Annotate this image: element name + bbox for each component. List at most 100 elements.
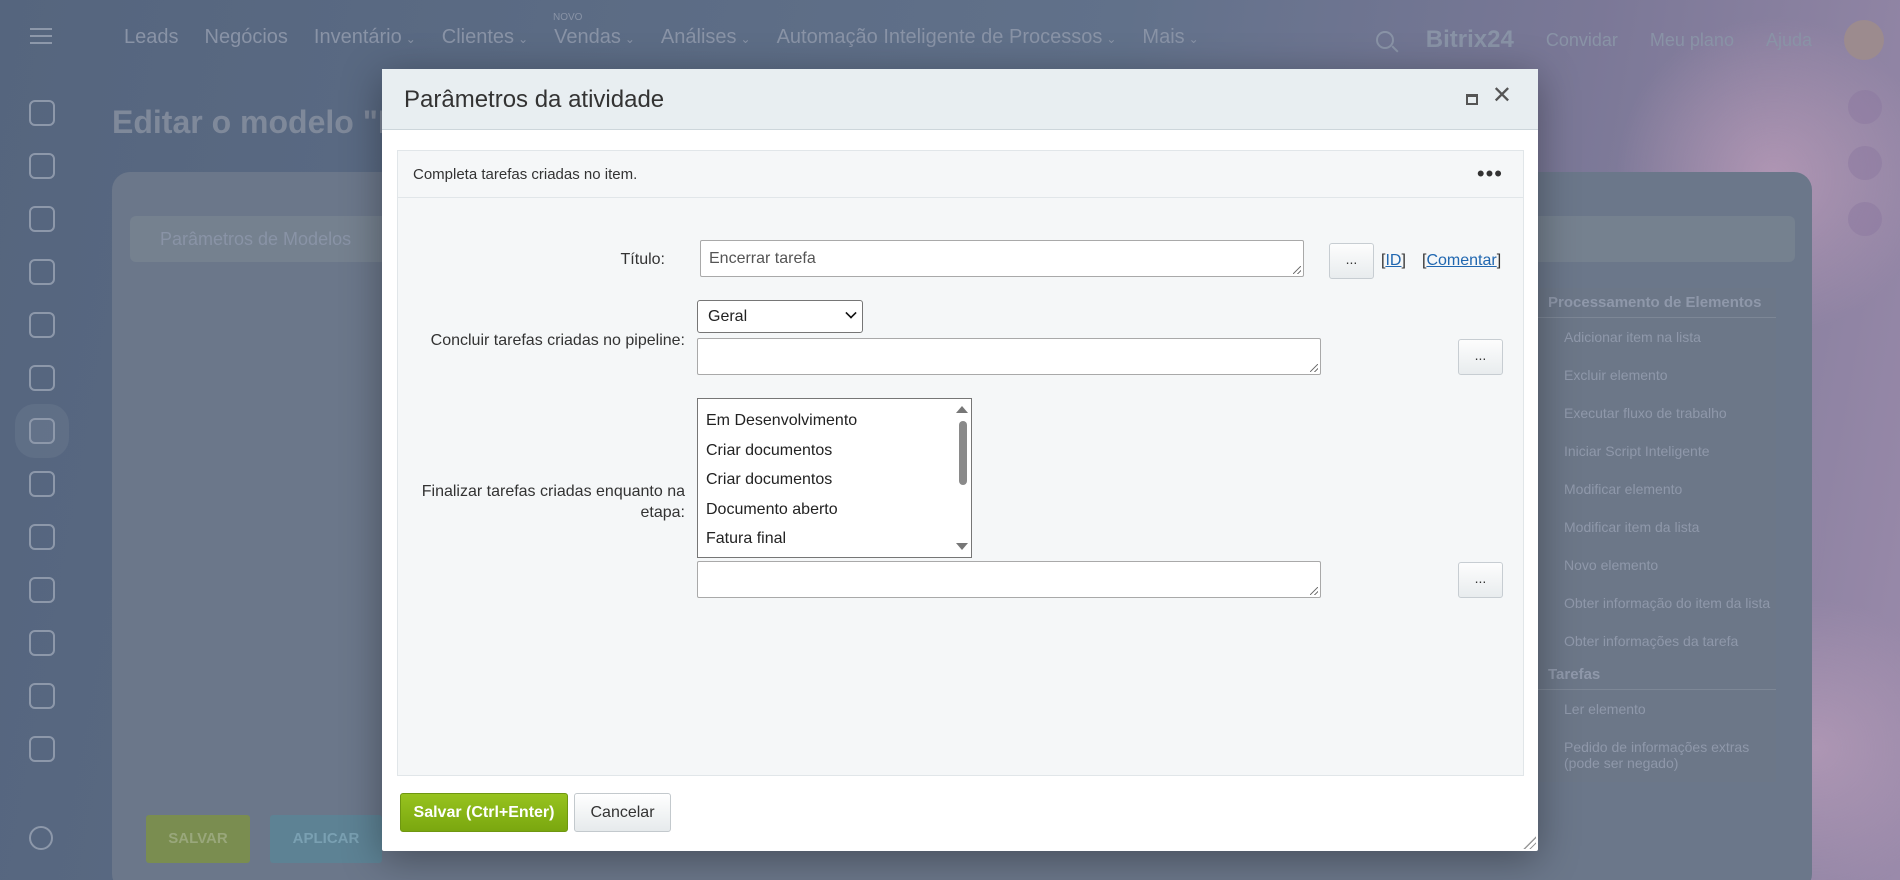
resize-handle-icon[interactable] <box>1522 835 1536 849</box>
menu-icon[interactable] <box>30 28 52 44</box>
stage-option[interactable]: Fatura final <box>698 524 971 554</box>
nav-label: Vendas <box>554 26 621 48</box>
settings-gear-icon[interactable] <box>29 826 53 850</box>
avatar[interactable] <box>1844 20 1884 60</box>
chevron-down-icon: ⌄ <box>1106 32 1117 46</box>
top-right-area: Bitrix24 Convidar Meu plano Ajuda <box>1375 20 1900 60</box>
pipeline-select[interactable]: Geral <box>697 300 863 333</box>
more-icon[interactable]: ••• <box>1477 161 1503 187</box>
pipeline-label: Concluir tarefas criadas no pipeline: <box>430 332 685 349</box>
box-icon[interactable] <box>29 471 55 497</box>
dialog-title: Parâmetros da atividade <box>404 86 665 113</box>
save-button-background[interactable]: SALVAR <box>146 815 250 863</box>
card-icon[interactable] <box>29 365 55 391</box>
nav-item-deals[interactable]: Negócios <box>205 26 288 49</box>
id-link-wrap: [ID] <box>1381 252 1406 269</box>
rail-icon[interactable] <box>1848 146 1882 180</box>
my-plan-link[interactable]: Meu plano <box>1650 30 1734 51</box>
id-link[interactable]: ID <box>1385 252 1401 269</box>
rail-icon[interactable] <box>1848 202 1882 236</box>
section-header[interactable]: Processamento de Elementos <box>1536 288 1776 318</box>
stage-insert-button[interactable]: ... <box>1458 562 1503 598</box>
search-icon[interactable] <box>1375 31 1394 49</box>
nav-item-clients[interactable]: Clientes ⌄ <box>442 26 528 49</box>
pipeline-insert-button[interactable]: ... <box>1458 339 1503 375</box>
nav-label: Análises <box>660 26 737 48</box>
nav-item-sales[interactable]: Vendas ⌄ <box>554 26 635 49</box>
dialog-header: Parâmetros da atividade ✕ <box>382 69 1538 130</box>
target-icon[interactable] <box>29 259 55 285</box>
robot-icon[interactable] <box>15 404 69 458</box>
top-navigation: NOVO Leads Negócios Inventário ⌄ Clientes… <box>0 0 1900 76</box>
stage-option[interactable]: Em Desenvolvimento <box>698 406 971 436</box>
cart-icon[interactable] <box>29 312 55 338</box>
nav-item-analytics[interactable]: Análises ⌄ <box>661 26 751 49</box>
chevron-down-icon <box>845 307 857 319</box>
list-item[interactable]: Obter informações da tarefa <box>1536 622 1776 660</box>
chart-icon[interactable] <box>29 630 55 656</box>
scroll-thumb[interactable] <box>959 421 967 485</box>
stage-option[interactable]: Documento aberto <box>698 495 971 525</box>
comment-link[interactable]: Comentar <box>1426 252 1496 269</box>
brand-logo: Bitrix24 <box>1425 26 1514 53</box>
hexagon-icon[interactable] <box>29 683 55 709</box>
nav-item-leads[interactable]: Leads <box>124 26 179 49</box>
activity-description: Completa tarefas criadas no item. <box>413 166 638 183</box>
list-item[interactable]: Ler elemento <box>1536 690 1776 728</box>
new-badge: NOVO <box>553 12 583 23</box>
title-insert-button[interactable]: ... <box>1329 243 1374 279</box>
stage-options: Em Desenvolvimento Criar documentos Cria… <box>698 399 971 554</box>
maximize-icon[interactable] <box>1466 94 1478 105</box>
title-label: Título: <box>620 251 665 268</box>
chevron-down-icon: ⌄ <box>405 32 416 46</box>
stage-option[interactable]: Criar documentos <box>698 436 971 466</box>
nav-label: Automação Inteligente de Processos <box>776 26 1103 48</box>
listbox-scrollbar[interactable] <box>955 399 971 557</box>
list-item[interactable]: Iniciar Script Inteligente <box>1536 432 1776 470</box>
sidebar-icon-1[interactable] <box>29 100 55 126</box>
right-rail <box>1828 90 1900 258</box>
list-item[interactable]: Executar fluxo de trabalho <box>1536 394 1776 432</box>
nav-label: Mais <box>1142 26 1185 48</box>
chevron-down-icon: ⌄ <box>624 32 635 46</box>
stage-input[interactable] <box>697 561 1321 598</box>
description-bar: Completa tarefas criadas no item. ••• <box>398 151 1523 198</box>
nav-item-inventory[interactable]: Inventário ⌄ <box>314 26 416 49</box>
invite-link[interactable]: Convidar <box>1546 30 1618 51</box>
close-icon[interactable]: ✕ <box>1492 84 1512 108</box>
title-input[interactable]: Encerrar tarefa <box>700 240 1304 277</box>
chevron-down-icon: ⌄ <box>518 32 529 46</box>
list-item[interactable]: Novo elemento <box>1536 546 1776 584</box>
bell-icon[interactable] <box>1848 90 1882 124</box>
pipeline-input[interactable] <box>697 338 1321 375</box>
list-item[interactable]: Excluir elemento <box>1536 356 1776 394</box>
activities-list: Processamento de Elementos Adicionar ite… <box>1536 288 1776 782</box>
list-item[interactable]: Modificar elemento <box>1536 470 1776 508</box>
document-icon[interactable] <box>29 736 55 762</box>
funnel-icon[interactable] <box>29 206 55 232</box>
cancel-button[interactable]: Cancelar <box>574 793 671 832</box>
stage-option[interactable]: Criar documentos <box>698 465 971 495</box>
list-item[interactable]: Modificar item da lista <box>1536 508 1776 546</box>
apply-button-background[interactable]: APLICAR <box>270 815 382 863</box>
stage-listbox[interactable]: Em Desenvolvimento Criar documentos Cria… <box>697 398 972 558</box>
left-sidebar <box>0 100 84 789</box>
list-item[interactable]: Obter informação do item da lista <box>1536 584 1776 622</box>
help-link[interactable]: Ajuda <box>1766 30 1812 51</box>
section-header[interactable]: Tarefas <box>1536 660 1776 690</box>
calendar-icon[interactable] <box>29 577 55 603</box>
pipeline-select-value: Geral <box>708 308 748 325</box>
nav-item-more[interactable]: Mais ⌄ <box>1142 26 1198 49</box>
scroll-up-icon[interactable] <box>956 406 968 413</box>
list-item[interactable]: Adicionar item na lista <box>1536 318 1776 356</box>
nav-label: Inventário <box>313 26 402 48</box>
comment-link-wrap: [Comentar] <box>1422 252 1502 269</box>
tasks-icon[interactable] <box>29 153 55 179</box>
warehouse-icon[interactable] <box>29 524 55 550</box>
page-title: Editar o modelo "N <box>112 104 401 140</box>
scroll-down-icon[interactable] <box>956 543 968 550</box>
save-button[interactable]: Salvar (Ctrl+Enter) <box>400 793 568 832</box>
list-item[interactable]: Pedido de informações extras (pode ser n… <box>1536 728 1776 782</box>
nav-item-automation[interactable]: Automação Inteligente de Processos ⌄ <box>777 26 1117 49</box>
stage-label: Finalizar tarefas criadas enquanto na et… <box>421 483 685 521</box>
